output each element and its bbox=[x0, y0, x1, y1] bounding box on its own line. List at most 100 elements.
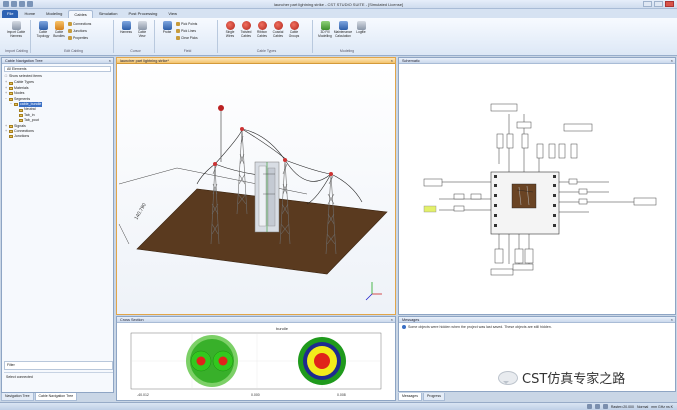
tree-container: All Elements ☐ Show selected items + Cabl… bbox=[2, 64, 113, 142]
cross-section-header: Cross Section × bbox=[117, 317, 395, 323]
junctions-icon bbox=[68, 29, 72, 33]
checkbox-icon[interactable]: ☐ bbox=[4, 74, 8, 79]
messages-header: Messages × bbox=[399, 317, 675, 323]
close-icon[interactable]: × bbox=[109, 58, 111, 64]
maximize-button[interactable] bbox=[654, 1, 663, 7]
navtree-header: Cable Navigation Tree × bbox=[2, 58, 113, 64]
tab-cable-navigation-tree[interactable]: Cable Navigation Tree bbox=[34, 393, 78, 401]
connections-button[interactable]: Connections bbox=[68, 21, 91, 27]
tab-view[interactable]: View bbox=[163, 10, 182, 18]
schematic-panel[interactable]: Schematic × bbox=[398, 57, 676, 315]
pick-points-button[interactable]: Pick Points bbox=[176, 21, 198, 27]
status-right: Raster=20.000 Normal mm GHz ns K bbox=[586, 404, 673, 409]
select-connected-checkbox[interactable]: Select connected bbox=[4, 372, 113, 381]
folder-icon bbox=[9, 130, 13, 134]
status-bar: Raster=20.000 Normal mm GHz ns K bbox=[0, 402, 677, 410]
pick-points-icon bbox=[176, 22, 180, 26]
folder-icon bbox=[9, 97, 13, 101]
import-harness-icon bbox=[11, 21, 21, 30]
tab-messages[interactable]: Messages bbox=[398, 393, 422, 401]
collapse-icon[interactable]: − bbox=[4, 97, 8, 102]
minimize-button[interactable] bbox=[643, 1, 652, 7]
schematic-canvas[interactable] bbox=[399, 64, 675, 314]
tab-post-processing[interactable]: Post Processing bbox=[124, 10, 163, 18]
properties-icon bbox=[68, 36, 72, 40]
pick-lines-button[interactable]: Pick Lines bbox=[176, 28, 198, 34]
group-cable-types: Single Wires Twisted Cables Ribbon Cable… bbox=[221, 20, 313, 53]
cross-section-plot[interactable]: bundle -40.012 0.000 0.008 bbox=[117, 323, 395, 400]
cst-studio-window: launcher part lightning strike - CST STU… bbox=[0, 0, 677, 410]
tab-home[interactable]: Home bbox=[19, 10, 40, 18]
single-wire-icon bbox=[225, 21, 235, 30]
cable-navigation-tree-panel: Cable Navigation Tree × All Elements ☐ S… bbox=[1, 57, 114, 393]
close-button[interactable] bbox=[665, 1, 674, 7]
cable-bundle-thumbnail bbox=[511, 183, 537, 209]
wire-icon bbox=[19, 113, 23, 117]
ribbon: Import Cable Harness Import Cabling Cabl… bbox=[0, 18, 677, 56]
properties-button[interactable]: Properties bbox=[68, 35, 91, 41]
ribbon-cable-icon bbox=[257, 21, 267, 30]
cross-section-panel[interactable]: Cross Section × bundle -40.012 0.000 0.0… bbox=[116, 316, 396, 401]
tab-modeling[interactable]: Modeling bbox=[41, 10, 67, 18]
folder-icon bbox=[9, 124, 13, 128]
insulator-icon bbox=[329, 172, 333, 176]
show-selected-row[interactable]: ☐ Show selected items bbox=[4, 74, 111, 79]
element-filter-dropdown[interactable]: All Elements bbox=[4, 66, 111, 72]
tab-simulation[interactable]: Simulation bbox=[94, 10, 123, 18]
close-icon[interactable]: × bbox=[671, 317, 673, 323]
tab-navigation-tree[interactable]: Navigation Tree bbox=[1, 393, 34, 401]
logfile-icon bbox=[356, 21, 366, 30]
twisted-pair-section bbox=[186, 335, 238, 387]
folder-icon bbox=[9, 92, 13, 96]
close-icon[interactable]: × bbox=[391, 58, 393, 64]
cable-view-icon bbox=[137, 21, 147, 30]
twisted-cable-icon bbox=[241, 21, 251, 30]
expand-icon[interactable]: + bbox=[4, 129, 8, 134]
clear-picks-button[interactable]: Clear Picks bbox=[176, 35, 198, 41]
coaxial-section bbox=[298, 337, 346, 385]
tree-item-junctions[interactable]: Junctions bbox=[4, 134, 111, 139]
x-tick-1: 0.000 bbox=[251, 393, 260, 397]
messages-bottom-tabs: Messages Progress bbox=[398, 393, 518, 401]
source-port-highlight bbox=[423, 205, 437, 213]
tab-progress[interactable]: Progress bbox=[422, 393, 445, 401]
watermark-text: CST仿真专家之路 bbox=[522, 372, 626, 387]
x-tick-2: 0.008 bbox=[337, 393, 346, 397]
connections-icon bbox=[68, 22, 72, 26]
group-edit-cabling: Cable Topology Cable Bundles Connections… bbox=[34, 20, 114, 53]
group-field: Probe Pick Points Pick Lines Clear Picks… bbox=[158, 20, 218, 53]
3d-fill-icon bbox=[320, 21, 330, 30]
close-icon[interactable]: × bbox=[391, 317, 393, 323]
grid-icon[interactable] bbox=[594, 404, 600, 409]
harness-icon bbox=[121, 21, 131, 30]
wire-icon bbox=[19, 108, 23, 112]
raster-status: Raster=20.000 bbox=[610, 404, 634, 409]
mode-status: Normal bbox=[636, 404, 649, 409]
filter-input[interactable]: Filter bbox=[4, 361, 113, 370]
message-row[interactable]: Some objects were hidden when the projec… bbox=[399, 323, 675, 331]
junctions-button[interactable]: Junctions bbox=[68, 28, 91, 34]
tab-file[interactable]: File bbox=[2, 10, 19, 18]
layout-icon[interactable] bbox=[586, 404, 592, 409]
lightning-rod-tip bbox=[218, 105, 224, 111]
collapse-icon[interactable]: − bbox=[9, 102, 13, 107]
tab-cables[interactable]: Cables bbox=[68, 10, 93, 18]
close-icon[interactable]: × bbox=[671, 58, 673, 64]
window-title: launcher part lightning strike - CST STU… bbox=[273, 2, 404, 7]
group-cursor: Harness Cable View Cursor bbox=[117, 20, 155, 53]
x-tick-0: -40.012 bbox=[137, 393, 149, 397]
bundle-icon bbox=[14, 103, 18, 107]
ribbon-tabs: File Home Modeling Cables Simulation Pos… bbox=[0, 9, 677, 18]
snap-icon[interactable] bbox=[602, 404, 608, 409]
group-modeling: 3D Fill Modelling Maintenance Calculatio… bbox=[316, 20, 378, 53]
3d-view-panel[interactable]: launcher part lightning strike* × 140.79… bbox=[116, 57, 396, 315]
3d-view-tab[interactable]: launcher part lightning strike* × bbox=[117, 58, 395, 64]
3d-scene[interactable]: 140.790 bbox=[117, 64, 395, 314]
schematic-header: Schematic × bbox=[399, 58, 675, 64]
navtree-bottom-tabs: Navigation Tree Cable Navigation Tree bbox=[1, 393, 114, 401]
folder-icon bbox=[9, 86, 13, 90]
coaxial-cable-icon bbox=[273, 21, 283, 30]
plot-title: bundle bbox=[276, 326, 289, 331]
folder-icon bbox=[9, 135, 13, 139]
insulator-icon bbox=[240, 127, 244, 131]
